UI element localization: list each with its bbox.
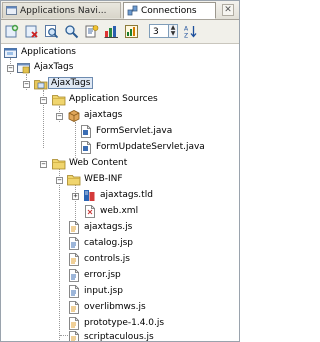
folder-icon: [67, 173, 81, 186]
collapse-toggle[interactable]: −: [7, 65, 14, 72]
tree-node-js-file[interactable]: overlibmws.js: [67, 299, 146, 315]
tree-node-project[interactable]: AjaxTags: [34, 75, 94, 91]
js-file-icon: [67, 252, 81, 266]
project-tree: Applications − AjaxTags − AjaxTags − App…: [1, 44, 239, 341]
tree-node-jsp-file[interactable]: input.jsp: [67, 283, 123, 299]
tree-node-label: ajaxtags.tld: [100, 190, 153, 200]
delete-icon[interactable]: [24, 24, 39, 39]
jsp-file-icon: [67, 236, 81, 250]
tree-node-web-content[interactable]: Web Content: [52, 155, 127, 171]
tree-node-xml-file[interactable]: web.xml: [83, 203, 138, 219]
tree-node-java-file[interactable]: FormServlet.java: [79, 123, 172, 139]
tree-node-jsp-file[interactable]: catalog.jsp: [67, 235, 133, 251]
tree-node-label: FormUpdateServlet.java: [96, 142, 205, 152]
jsp-file-icon: [67, 284, 81, 298]
applications-navigator-icon: [6, 5, 17, 16]
tree-node-js-file[interactable]: controls.js: [67, 251, 130, 267]
application-icon: [17, 61, 31, 74]
chart-icon[interactable]: [104, 24, 119, 39]
tree-node-package[interactable]: ajaxtags: [67, 107, 122, 123]
bar-chart-icon[interactable]: [124, 24, 139, 39]
tab-bar: Applications Navi... Connections ✕: [1, 1, 239, 20]
tree-node-js-file[interactable]: ajaxtags.js: [67, 219, 132, 235]
tab-connections[interactable]: Connections: [123, 2, 216, 19]
tab-label: Connections: [141, 5, 197, 16]
number-input[interactable]: 3: [149, 24, 169, 38]
collapse-toggle[interactable]: −: [56, 113, 63, 120]
jsp-file-icon: [67, 268, 81, 282]
tree-node-jsp-file[interactable]: error.jsp: [67, 267, 121, 283]
tree-node-label: FormServlet.java: [96, 126, 173, 136]
tree-node-label: error.jsp: [84, 270, 121, 280]
connections-icon: [127, 5, 138, 16]
tree-node-label: WEB-INF: [84, 174, 123, 184]
tree-node-label: input.jsp: [84, 286, 123, 296]
properties-icon[interactable]: [84, 24, 99, 39]
expand-toggle[interactable]: +: [72, 193, 79, 200]
tree-node-label: overlibmws.js: [84, 302, 146, 312]
tree-node-tld-file[interactable]: ajaxtags.tld: [83, 187, 153, 203]
project-icon: [34, 77, 48, 90]
tree-node-java-file[interactable]: FormUpdateServlet.java: [79, 139, 205, 155]
tree-node-web-inf[interactable]: WEB-INF: [67, 171, 123, 187]
toolbar: 3 ▲ ▼ AZ: [1, 20, 239, 44]
tab-applications-navigator[interactable]: Applications Navi...: [2, 2, 121, 18]
find-icon[interactable]: [64, 24, 79, 39]
new-icon[interactable]: [4, 24, 19, 39]
tree-node-label: AjaxTags: [48, 77, 94, 89]
tree-connector: [59, 166, 60, 341]
number-spinner[interactable]: ▲ ▼: [169, 24, 178, 38]
tree-node-label: AjaxTags: [34, 62, 74, 72]
tree-node-label: Application Sources: [69, 94, 158, 104]
applications-navigator-panel: Applications Navi... Connections ✕ 3 ▲ ▼…: [0, 0, 240, 342]
folder-icon: [52, 157, 66, 170]
tree-node-label: ajaxtags: [84, 110, 123, 120]
tree-node-label: catalog.jsp: [84, 238, 133, 248]
tree-node-applications[interactable]: Applications: [4, 44, 76, 60]
collapse-toggle[interactable]: −: [23, 81, 30, 88]
search-icon[interactable]: [44, 24, 59, 39]
svg-text:Z: Z: [184, 33, 188, 40]
tree-node-label: controls.js: [84, 254, 130, 264]
tree-node-js-file[interactable]: scriptaculous.js: [67, 329, 154, 341]
chevron-down-icon[interactable]: ▼: [169, 31, 177, 37]
tree-node-label: scriptaculous.js: [84, 332, 154, 341]
tab-label: Applications Navi...: [20, 5, 107, 16]
sort-az-icon[interactable]: AZ: [183, 24, 198, 39]
tag-library-icon: [83, 189, 97, 202]
tree-connector: [75, 122, 76, 158]
tree-node-label: web.xml: [100, 206, 139, 216]
js-file-icon: [67, 300, 81, 314]
js-file-icon: [67, 316, 81, 330]
collapse-toggle[interactable]: −: [56, 177, 63, 184]
tree-node-label: prototype-1.4.0.js: [84, 318, 165, 328]
java-file-icon: [79, 140, 93, 154]
js-file-icon: [67, 220, 81, 234]
xml-file-icon: [83, 204, 97, 218]
js-file-icon: [67, 330, 81, 341]
java-file-icon: [79, 124, 93, 138]
close-icon[interactable]: ✕: [222, 4, 234, 16]
tree-node-application-sources[interactable]: Application Sources: [52, 91, 158, 107]
tree-node-application[interactable]: AjaxTags: [17, 59, 73, 75]
tree-node-label: Web Content: [69, 158, 128, 168]
tree-node-label: ajaxtags.js: [84, 222, 133, 232]
package-icon: [67, 109, 81, 122]
applications-icon: [4, 46, 18, 59]
svg-text:A: A: [184, 26, 189, 33]
collapse-toggle[interactable]: −: [40, 97, 47, 104]
tree-node-label: Applications: [21, 47, 76, 57]
collapse-toggle[interactable]: −: [40, 161, 47, 168]
folder-icon: [52, 93, 66, 106]
tree-connector: [75, 182, 76, 224]
